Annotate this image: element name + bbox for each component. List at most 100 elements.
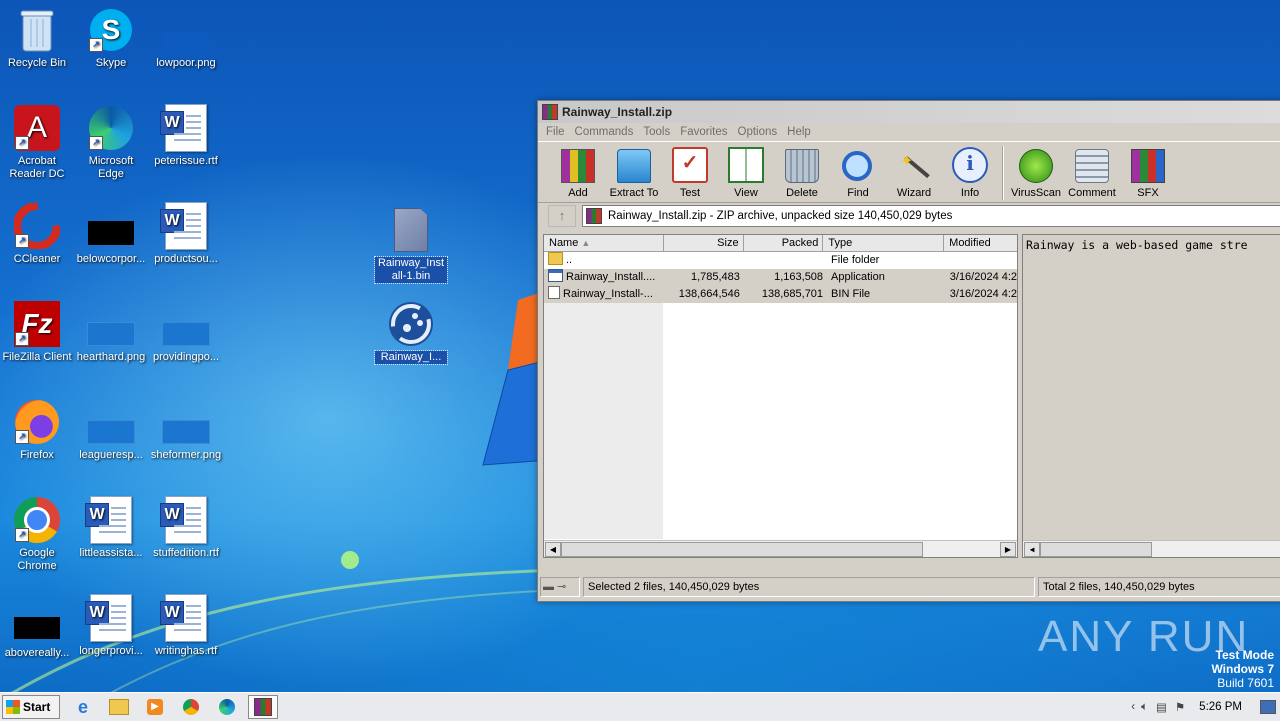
scroll-left-button[interactable]: ◀ <box>545 542 561 557</box>
comment-preview-pane: Rainway is a web-based game stre ◀ <box>1022 234 1280 558</box>
toolbar-extract-button[interactable]: Extract To <box>606 149 662 202</box>
taskbar-chrome-button[interactable] <box>176 695 206 719</box>
menu-favorites[interactable]: Favorites <box>680 126 727 138</box>
toolbar-info-button[interactable]: i Info <box>942 147 998 202</box>
toolbar-find-button[interactable]: Find <box>830 151 886 202</box>
media-player-icon: ▶ <box>147 699 163 715</box>
toolbar-label: Find <box>847 187 869 199</box>
ccleaner-shortcut[interactable]: ↗ CCleaner <box>0 202 74 266</box>
up-folder-button[interactable]: ↑ <box>548 205 576 227</box>
status-total: Total 2 files, 140,450,029 bytes <box>1038 577 1280 597</box>
toolbar-wizard-button[interactable]: ✦ Wizard <box>886 151 942 202</box>
drive-icon[interactable]: ▬ ⊸ <box>540 577 580 597</box>
wizard-wand-icon: ✦ <box>898 151 930 183</box>
table-row[interactable]: Rainway_Install-... 138,664,546 138,685,… <box>544 286 1017 303</box>
path-field[interactable]: Rainway_Install.zip - ZIP archive, unpac… <box>582 205 1280 227</box>
menu-commands[interactable]: Commands <box>575 126 634 138</box>
network-icon[interactable]: ▤ <box>1156 700 1167 714</box>
shortcut-arrow-icon: ↗ <box>15 528 29 542</box>
desktop-file-leagueresp[interactable]: leagueresp... <box>74 398 148 462</box>
word-document-icon: W <box>160 202 207 250</box>
window-title: Rainway_Install.zip <box>562 105 673 119</box>
taskbar-explorer-button[interactable] <box>104 695 134 719</box>
taskbar-ie-button[interactable]: e <box>68 695 98 719</box>
desktop-file-rainway-installer[interactable]: Rainway_I... <box>374 300 448 365</box>
desktop-file-peterissue[interactable]: W peterissue.rtf <box>149 104 223 168</box>
menu-help[interactable]: Help <box>787 126 811 138</box>
virus-scan-icon <box>1019 149 1053 183</box>
column-size[interactable]: Size <box>664 235 744 251</box>
toolbar-view-button[interactable]: View <box>718 147 774 202</box>
filezilla-shortcut[interactable]: Fz ↗ FileZilla Client <box>0 300 74 364</box>
desktop-icon-label: Google Chrome <box>17 547 57 572</box>
toolbar-delete-button[interactable]: Delete <box>774 149 830 202</box>
scrollbar-thumb[interactable] <box>561 542 923 557</box>
books-icon <box>561 149 595 183</box>
column-name[interactable]: Name ▲ <box>544 235 664 251</box>
toolbar-label: SFX <box>1137 187 1159 199</box>
desktop-icon-label: belowcorpor... <box>76 253 146 265</box>
scroll-right-button[interactable]: ▶ <box>1000 542 1016 557</box>
edge-icon <box>219 699 235 715</box>
action-center-flag-icon[interactable]: ⚑ <box>1175 700 1185 714</box>
preview-scrollbar[interactable]: ◀ <box>1023 540 1280 557</box>
taskbar-media-player-button[interactable]: ▶ <box>140 695 170 719</box>
toolbar-sfx-button[interactable]: SFX <box>1120 149 1176 202</box>
desktop-file-belowcorpor[interactable]: belowcorpor... <box>74 202 148 266</box>
start-button[interactable]: Start <box>2 695 60 719</box>
scroll-left-button[interactable]: ◀ <box>1024 542 1040 557</box>
toolbar-add-button[interactable]: Add <box>550 149 606 202</box>
desktop-icon-label: Acrobat Reader DC <box>9 155 65 180</box>
tray-chevron-icon[interactable]: ‹ <box>1131 701 1135 713</box>
menu-options[interactable]: Options <box>738 126 778 138</box>
desktop-file-abovereally[interactable]: abovereally... <box>0 612 74 660</box>
file-packed: 1,163,508 <box>774 271 824 283</box>
desktop-file-rainway-bin[interactable]: Rainway_Install-1.bin <box>374 206 448 284</box>
skype-shortcut[interactable]: S ↗ Skype <box>74 6 148 70</box>
acrobat-shortcut[interactable]: A ↗ Acrobat Reader DC <box>0 104 74 181</box>
desktop-file-lowpoor[interactable]: lowpoor.png <box>149 6 223 70</box>
name-column-shade <box>544 303 663 539</box>
file-name: Rainway_Install-... <box>563 288 653 300</box>
menu-tools[interactable]: Tools <box>643 126 670 138</box>
column-packed[interactable]: Packed <box>744 235 824 251</box>
file-modified: 3/16/2024 4:2 <box>949 288 1018 300</box>
show-desktop-button[interactable] <box>1260 700 1276 714</box>
column-type[interactable]: Type <box>823 235 945 251</box>
chrome-shortcut[interactable]: ↗ Google Chrome <box>0 496 74 573</box>
window-titlebar[interactable]: Rainway_Install.zip <box>538 101 1280 123</box>
build-label: Build 7601 <box>1217 676 1274 690</box>
test-mode-label: Test Mode <box>1215 648 1274 662</box>
desktop-file-providingpo[interactable]: providingpo... <box>149 300 223 364</box>
table-row[interactable]: .. File folder <box>544 252 1017 269</box>
firefox-shortcut[interactable]: ↗ Firefox <box>0 398 74 462</box>
toolbar-test-button[interactable]: ✓ Test <box>662 147 718 202</box>
desktop-file-littleassista[interactable]: W littleassista... <box>74 496 148 560</box>
start-label: Start <box>23 700 51 714</box>
file-list-scrollbar[interactable]: ◀ ▶ <box>544 540 1017 557</box>
menu-file[interactable]: File <box>546 126 565 138</box>
desktop-icon-label: peterissue.rtf <box>154 155 218 167</box>
taskbar-edge-button[interactable] <box>212 695 242 719</box>
desktop-icon-label: stuffedition.rtf <box>153 547 219 559</box>
taskbar-winrar-button[interactable] <box>248 695 278 719</box>
desktop-file-longerprovi[interactable]: W longerprovi... <box>74 594 148 658</box>
volume-icon[interactable]: 🔈︎ <box>1141 701 1148 714</box>
desktop-file-productsou[interactable]: W productsou... <box>149 202 223 266</box>
table-row[interactable]: Rainway_Install.... 1,785,483 1,163,508 … <box>544 269 1017 286</box>
desktop-file-sheformer[interactable]: sheformer.png <box>149 398 223 462</box>
scrollbar-thumb[interactable] <box>1040 542 1152 557</box>
desktop-icon-label: lowpoor.png <box>156 57 216 69</box>
toolbar-comment-button[interactable]: Comment <box>1064 149 1120 202</box>
edge-shortcut[interactable]: ↗ Microsoft Edge <box>74 104 148 181</box>
trash-icon <box>785 149 819 183</box>
recycle-bin-shortcut[interactable]: Recycle Bin <box>0 6 74 70</box>
toolbar-virusscan-button[interactable]: VirusScan <box>1008 149 1064 202</box>
chrome-icon <box>183 699 199 715</box>
desktop-file-writinghas[interactable]: W writinghas.rtf <box>149 594 223 658</box>
column-modified[interactable]: Modified <box>944 235 1017 251</box>
desktop-file-stuffedition[interactable]: W stuffedition.rtf <box>149 496 223 560</box>
desktop-icon-label: providingpo... <box>152 351 220 363</box>
clock[interactable]: 5:26 PM <box>1199 701 1242 713</box>
desktop-file-hearthard[interactable]: hearthard.png <box>74 300 148 364</box>
